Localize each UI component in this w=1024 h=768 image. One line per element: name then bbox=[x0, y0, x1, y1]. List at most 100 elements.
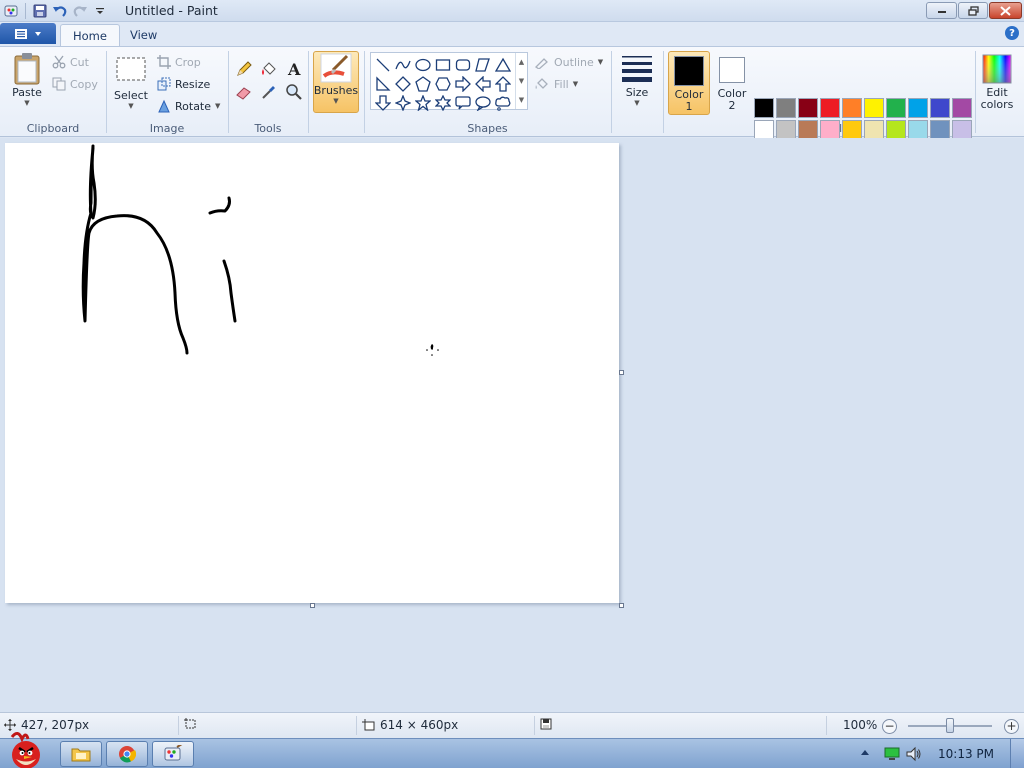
palette-swatch[interactable] bbox=[864, 98, 886, 120]
drawing-canvas[interactable] bbox=[5, 143, 619, 603]
shapes-gallery-scroll[interactable]: ▲ ▼ ▼ bbox=[515, 53, 527, 109]
text-icon[interactable]: A bbox=[283, 59, 305, 79]
magnifier-icon[interactable] bbox=[283, 82, 305, 102]
eraser-icon[interactable] bbox=[233, 82, 255, 102]
start-button[interactable] bbox=[2, 731, 50, 768]
swatch-color bbox=[908, 120, 928, 140]
palette-swatch[interactable] bbox=[908, 98, 930, 120]
chevron-down-icon: ▼ bbox=[597, 58, 604, 66]
cut-label: Cut bbox=[70, 55, 89, 69]
color2-button[interactable]: Color 2 bbox=[712, 51, 752, 115]
outline-button[interactable]: Outline ▼ bbox=[534, 53, 603, 71]
tab-view[interactable]: View bbox=[118, 24, 169, 46]
taskbar: 10:13 PM bbox=[0, 732, 1024, 768]
cursor-position: 427, 207px bbox=[4, 718, 89, 732]
cloud-callout-shape-icon[interactable] bbox=[493, 93, 513, 112]
oval-callout-shape-icon[interactable] bbox=[473, 93, 493, 112]
swatch-color bbox=[776, 98, 796, 118]
paint-app-icon[interactable] bbox=[2, 2, 20, 20]
show-desktop-button[interactable] bbox=[1010, 739, 1024, 768]
zoom-in-button[interactable]: + bbox=[1004, 719, 1019, 734]
palette-swatch[interactable] bbox=[754, 98, 776, 120]
paint-menu-button[interactable] bbox=[0, 23, 56, 44]
redo-icon[interactable] bbox=[71, 2, 89, 20]
hexagon-shape-icon[interactable] bbox=[433, 74, 453, 93]
rounded-rectangle-shape-icon[interactable] bbox=[453, 55, 473, 74]
down-arrow-shape-icon[interactable] bbox=[373, 93, 393, 112]
palette-swatch[interactable] bbox=[952, 98, 974, 120]
network-tray-icon[interactable] bbox=[884, 747, 900, 764]
letter-i-stroke bbox=[222, 259, 237, 323]
line-shape-icon[interactable] bbox=[373, 55, 393, 74]
oval-shape-icon[interactable] bbox=[413, 55, 433, 74]
rotate-icon bbox=[158, 99, 170, 113]
resize-button[interactable]: Resize bbox=[157, 75, 210, 93]
cut-button[interactable]: Cut bbox=[52, 53, 89, 71]
five-point-star-shape-icon[interactable] bbox=[413, 93, 433, 112]
right-arrow-shape-icon[interactable] bbox=[453, 74, 473, 93]
polygon-shape-icon[interactable] bbox=[473, 55, 493, 74]
palette-swatch[interactable] bbox=[930, 98, 952, 120]
pentagon-shape-icon[interactable] bbox=[413, 74, 433, 93]
zoom-out-button[interactable]: − bbox=[882, 719, 897, 734]
color2-swatch bbox=[719, 57, 745, 83]
close-button[interactable] bbox=[989, 2, 1022, 19]
brushes-button[interactable]: Brushes ▼ bbox=[313, 51, 359, 113]
clock[interactable]: 10:13 PM bbox=[938, 747, 994, 761]
zoom-slider-thumb[interactable] bbox=[946, 718, 954, 733]
selection-size bbox=[184, 718, 197, 730]
expand-gallery-icon[interactable]: ▼ bbox=[519, 96, 524, 104]
copy-button[interactable]: Copy bbox=[52, 75, 98, 93]
diamond-shape-icon[interactable] bbox=[393, 74, 413, 93]
fill-bucket-icon bbox=[535, 78, 548, 89]
taskbar-chrome-button[interactable] bbox=[106, 741, 148, 767]
resize-handle-right[interactable] bbox=[619, 370, 624, 375]
chevron-up-icon[interactable]: ▲ bbox=[519, 58, 524, 66]
fill-bucket-icon[interactable] bbox=[258, 59, 280, 79]
show-hidden-icons-button[interactable] bbox=[860, 748, 870, 761]
paste-button[interactable]: Paste ▼ bbox=[8, 52, 46, 107]
left-arrow-shape-icon[interactable] bbox=[473, 74, 493, 93]
crop-button[interactable]: Crop bbox=[157, 53, 201, 71]
rectangle-shape-icon[interactable] bbox=[433, 55, 453, 74]
chevron-up-icon bbox=[861, 750, 869, 755]
triangle-shape-icon[interactable] bbox=[493, 55, 513, 74]
edit-colors-button[interactable]: Edit colors bbox=[976, 51, 1018, 111]
size-button[interactable]: Size ▼ bbox=[618, 53, 656, 107]
save-icon[interactable] bbox=[31, 2, 49, 20]
color-spectrum-icon bbox=[982, 54, 1012, 84]
palette-swatch[interactable] bbox=[842, 98, 864, 120]
six-point-star-shape-icon[interactable] bbox=[433, 93, 453, 112]
select-button[interactable]: Select ▼ bbox=[113, 55, 149, 110]
tab-home[interactable]: Home bbox=[60, 24, 120, 46]
fill-button[interactable]: Fill ▼ bbox=[534, 75, 578, 93]
palette-swatch[interactable] bbox=[820, 98, 842, 120]
customize-toolbar-icon[interactable] bbox=[91, 2, 109, 20]
volume-tray-icon[interactable] bbox=[906, 746, 922, 765]
palette-swatch[interactable] bbox=[798, 98, 820, 120]
swatch-color bbox=[842, 120, 862, 140]
status-bar: 427, 207px 614 × 460px 100% − + bbox=[0, 712, 1024, 738]
palette-swatch[interactable] bbox=[886, 98, 908, 120]
taskbar-paint-button[interactable] bbox=[152, 741, 194, 767]
right-triangle-shape-icon[interactable] bbox=[373, 74, 393, 93]
restore-button[interactable] bbox=[958, 2, 988, 19]
up-arrow-shape-icon[interactable] bbox=[493, 74, 513, 93]
zoom-level-text: 100% bbox=[843, 718, 878, 732]
color1-button[interactable]: Color 1 bbox=[668, 51, 710, 115]
drawing-strokes bbox=[81, 144, 237, 355]
minimize-button[interactable] bbox=[926, 2, 957, 19]
chevron-down-icon[interactable]: ▼ bbox=[519, 77, 524, 85]
color-picker-icon[interactable] bbox=[258, 82, 280, 102]
taskbar-explorer-button[interactable] bbox=[60, 741, 102, 767]
resize-handle-corner[interactable] bbox=[619, 603, 624, 608]
curve-shape-icon[interactable] bbox=[393, 55, 413, 74]
rotate-button[interactable]: Rotate ▼ bbox=[157, 97, 220, 115]
four-point-star-shape-icon[interactable] bbox=[393, 93, 413, 112]
pencil-icon[interactable] bbox=[233, 59, 255, 79]
rounded-callout-shape-icon[interactable] bbox=[453, 93, 473, 112]
resize-handle-bottom[interactable] bbox=[310, 603, 315, 608]
help-icon[interactable]: ? bbox=[1005, 26, 1019, 40]
palette-swatch[interactable] bbox=[776, 98, 798, 120]
undo-icon[interactable] bbox=[51, 2, 69, 20]
